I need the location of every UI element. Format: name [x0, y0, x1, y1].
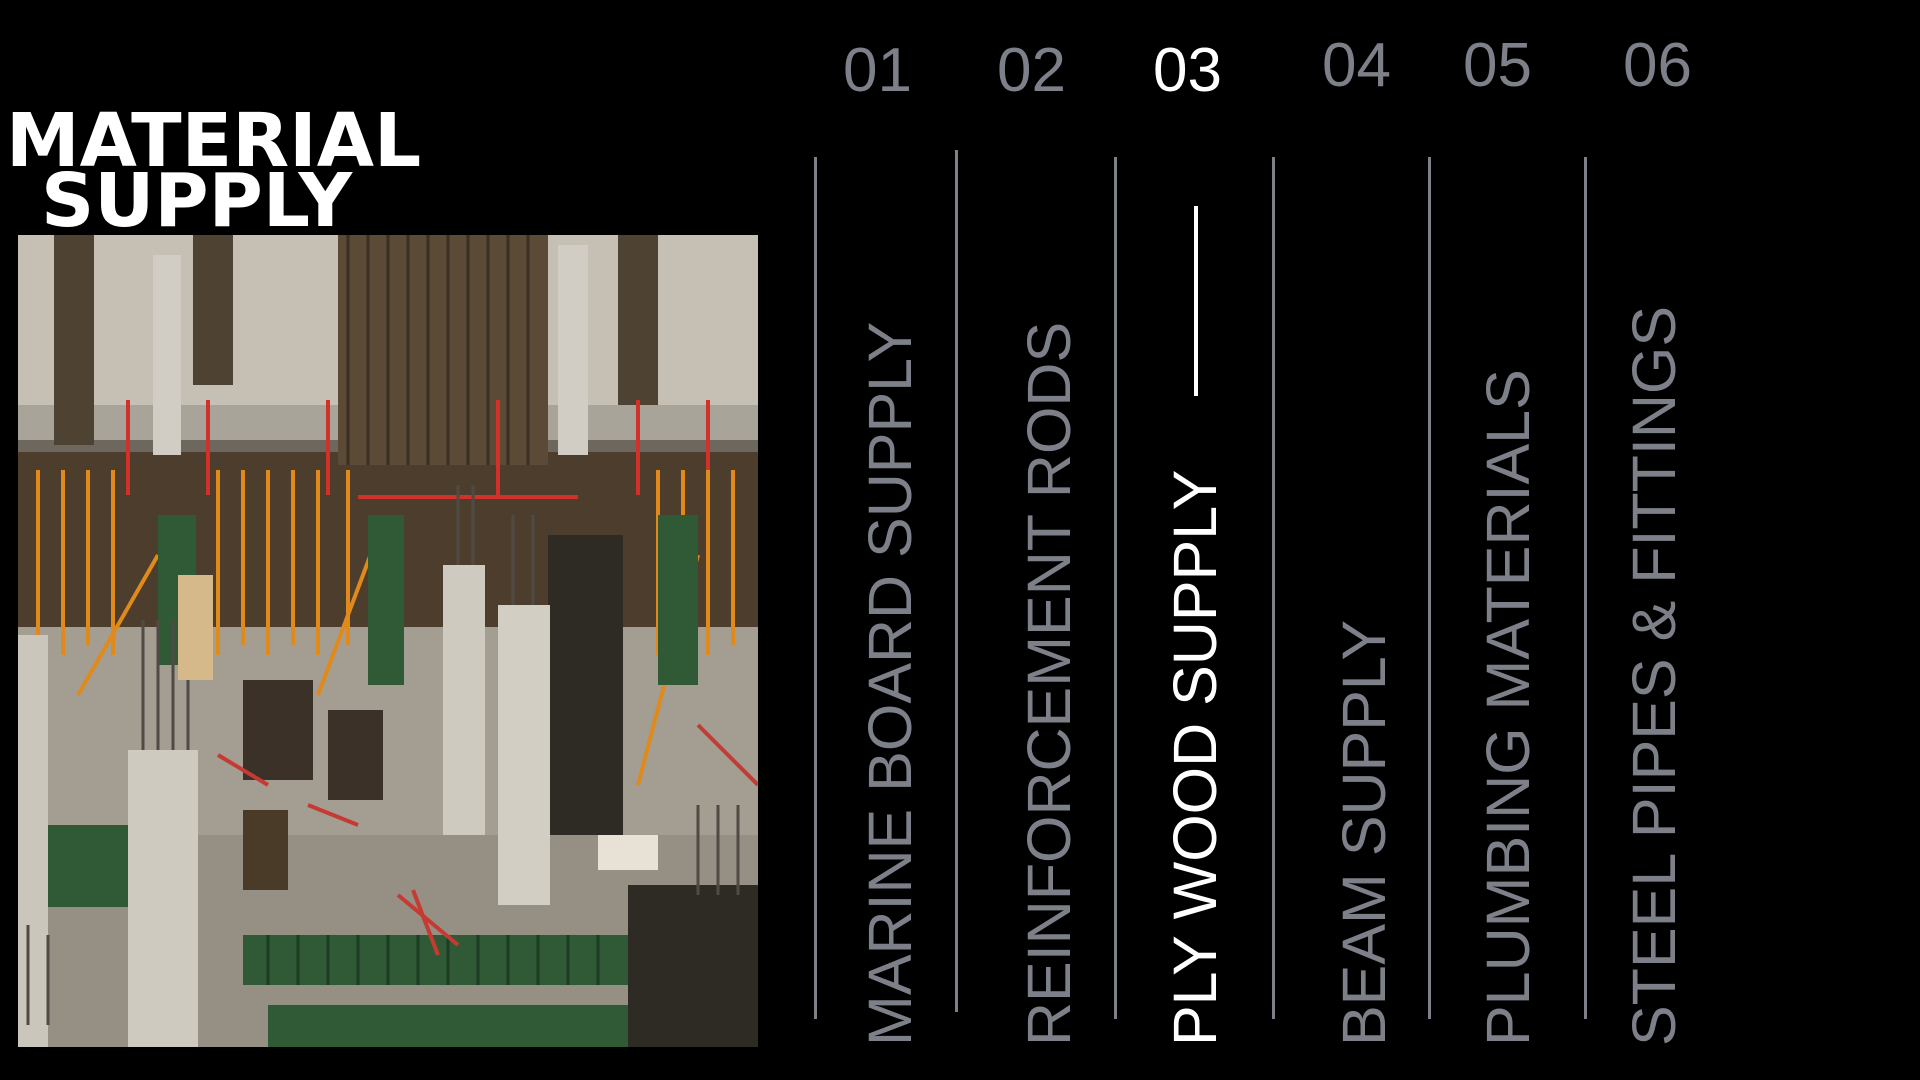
menu-divider: [814, 157, 817, 1019]
slide: MATERIAL SUPPLY 01 02 03 04 05 06 MARINE…: [0, 0, 1920, 1080]
menu-number-01[interactable]: 01: [843, 40, 912, 102]
menu-item-reinforcement-rods[interactable]: REINFORCEMENT RODS: [1015, 322, 1083, 1046]
page-title-line-2: SUPPLY: [41, 158, 353, 244]
menu-item-marine-board-supply[interactable]: MARINE BOARD SUPPLY: [856, 322, 924, 1046]
menu-item-ply-wood-supply[interactable]: PLY WOOD SUPPLY: [1161, 470, 1229, 1046]
menu-number-04[interactable]: 04: [1322, 35, 1391, 97]
menu-item-plumbing-materials[interactable]: PLUMBING MATERIALS: [1474, 369, 1542, 1046]
menu-number-03[interactable]: 03: [1153, 40, 1222, 102]
menu-divider: [1272, 157, 1275, 1019]
menu-divider: [1584, 157, 1587, 1019]
menu-divider: [955, 150, 958, 1012]
menu-item-steel-pipes-fittings[interactable]: STEEL PIPES & FITTINGS: [1620, 306, 1688, 1046]
menu-number-06[interactable]: 06: [1623, 35, 1692, 97]
menu-divider: [1114, 157, 1117, 1019]
menu-number-02[interactable]: 02: [997, 40, 1066, 102]
active-item-indicator: [1194, 206, 1198, 396]
menu-item-beam-supply[interactable]: BEAM SUPPLY: [1330, 620, 1398, 1046]
construction-site-photo: [18, 235, 758, 1047]
menu-number-05[interactable]: 05: [1463, 35, 1532, 97]
menu-divider: [1428, 157, 1431, 1019]
